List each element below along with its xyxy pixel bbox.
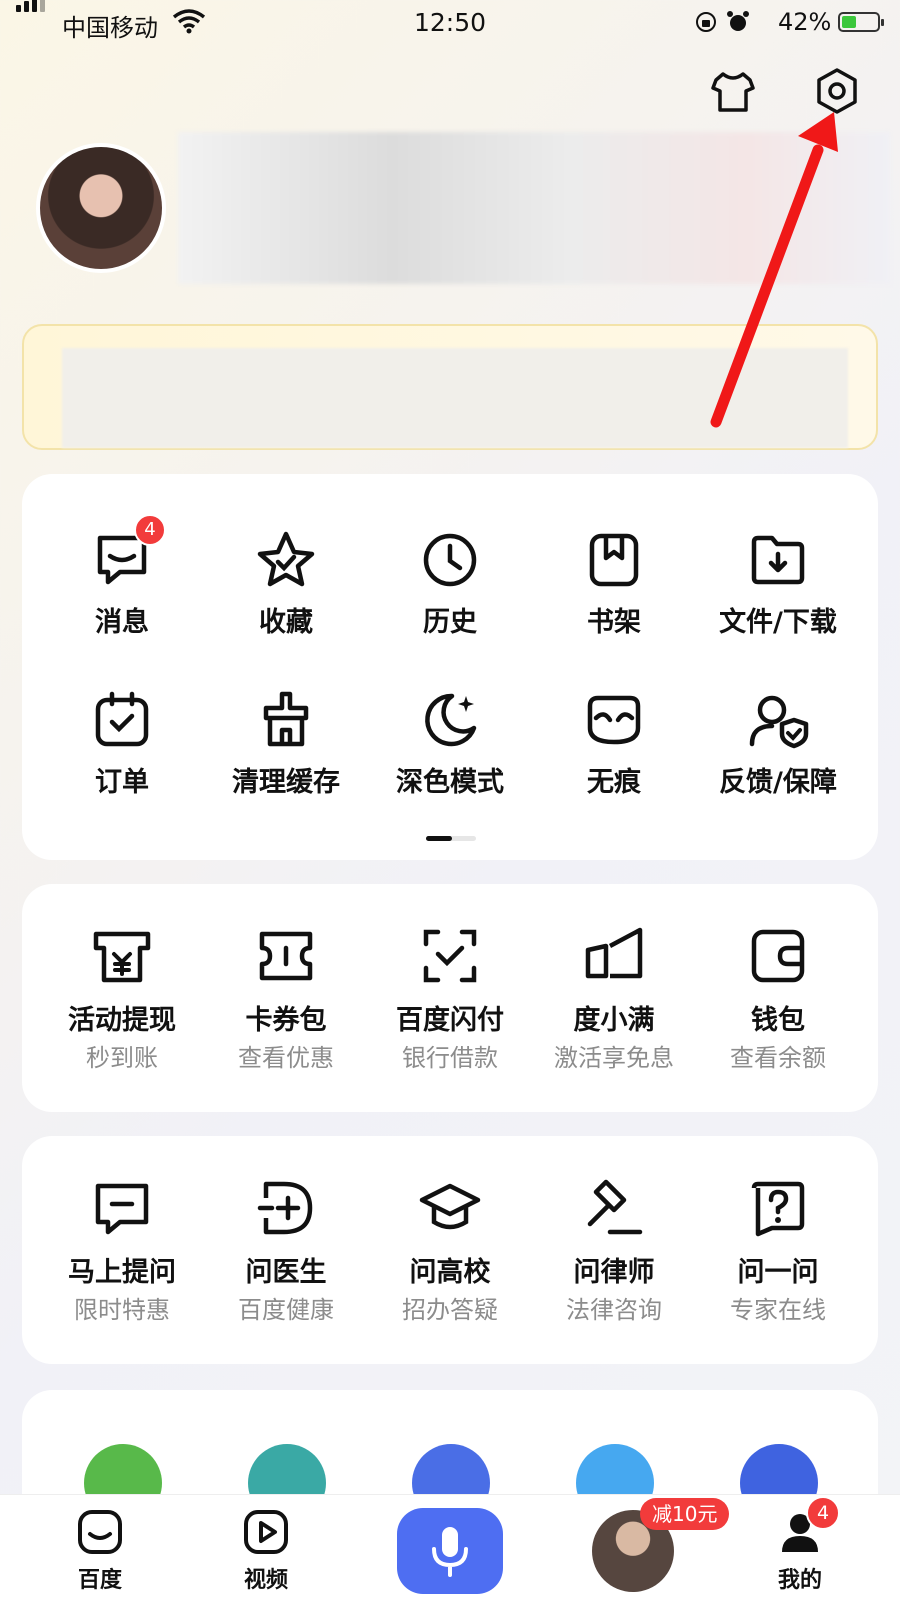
finance-sub: 激活享免息: [554, 1044, 674, 1072]
menu-label: 清理缓存: [232, 767, 340, 798]
username-blurred[interactable]: [178, 132, 890, 284]
question-icon: [751, 1181, 805, 1237]
qa-sub: 百度健康: [238, 1296, 334, 1324]
moon-icon: [425, 693, 477, 747]
mask-icon: [587, 695, 641, 745]
finance-label: 百度闪付: [396, 1005, 504, 1036]
battery-percent: 42%: [778, 8, 832, 36]
bookmark-icon: [589, 533, 639, 587]
qa-label: 问律师: [573, 1257, 655, 1288]
download-folder-icon: [751, 535, 805, 585]
menu-label: 深色模式: [396, 767, 504, 798]
gavel-icon: [587, 1179, 643, 1235]
clock-icon: [423, 533, 477, 587]
tab-me-badge: 4: [806, 1496, 840, 1530]
star-icon: [257, 531, 315, 587]
clock-time: 12:50: [413, 8, 487, 37]
qa-sub: 招办答疑: [402, 1296, 498, 1324]
wallet-icon: [751, 929, 805, 983]
menu-label: 无痕: [587, 767, 641, 798]
rotation-lock-icon: [696, 12, 716, 32]
feedback-shield-icon: [749, 695, 809, 749]
coupon-icon: [259, 931, 313, 981]
finance-sub: 银行借款: [402, 1044, 498, 1072]
skin-shirt-icon[interactable]: [708, 66, 758, 116]
ask-bubble-icon: [95, 1183, 149, 1235]
voice-search-button[interactable]: [397, 1508, 503, 1594]
scan-pay-icon: [423, 929, 477, 983]
baidu-home-icon: [78, 1510, 122, 1554]
cash-withdraw-icon: [93, 931, 151, 983]
menu-label: 书架: [587, 607, 641, 638]
avatar[interactable]: [36, 143, 166, 273]
page-indicator: [426, 836, 476, 841]
menu-label: 消息: [95, 607, 149, 638]
qa-label: 问一问: [737, 1257, 819, 1288]
qa-sub: 限时特惠: [74, 1296, 170, 1324]
qa-sub: 专家在线: [730, 1296, 826, 1324]
message-badge: 4: [134, 514, 166, 546]
tab-label: 我的: [777, 1568, 822, 1593]
tab-label: 视频: [243, 1568, 288, 1593]
menu-label: 收藏: [259, 607, 313, 638]
qa-sub: 法律咨询: [566, 1296, 662, 1324]
menu-label: 文件/下载: [719, 607, 837, 638]
finance-label: 活动提现: [68, 1005, 176, 1036]
promo-badge[interactable]: 减10元: [640, 1498, 730, 1530]
order-icon: [95, 691, 149, 747]
settings-gear-icon[interactable]: [812, 66, 862, 116]
finance-sub: 查看余额: [730, 1044, 826, 1072]
status-bar: 中国移动 12:50 42%: [0, 0, 900, 46]
finance-sub: 查看优惠: [238, 1044, 334, 1072]
graduation-cap-icon: [419, 1183, 481, 1230]
menu-label: 反馈/保障: [719, 767, 837, 798]
cleanup-icon: [263, 691, 309, 747]
finance-label: 卡券包: [245, 1005, 327, 1036]
duxiaoman-icon: [585, 927, 643, 979]
alarm-icon: [727, 11, 749, 31]
finance-sub: 秒到账: [86, 1044, 158, 1072]
doctor-icon: [257, 1181, 313, 1235]
menu-label: 历史: [423, 607, 477, 638]
qa-label: 问医生: [245, 1257, 327, 1288]
finance-label: 钱包: [751, 1005, 805, 1036]
qa-label: 问高校: [409, 1257, 491, 1288]
qa-label: 马上提问: [68, 1257, 176, 1288]
finance-label: 度小满: [573, 1005, 655, 1036]
tab-label: 百度: [77, 1568, 122, 1593]
vip-banner-blurred[interactable]: [22, 324, 878, 450]
microphone-icon: [432, 1527, 468, 1577]
video-play-icon: [244, 1510, 288, 1554]
battery-icon: [838, 12, 884, 32]
menu-label: 订单: [95, 767, 149, 798]
